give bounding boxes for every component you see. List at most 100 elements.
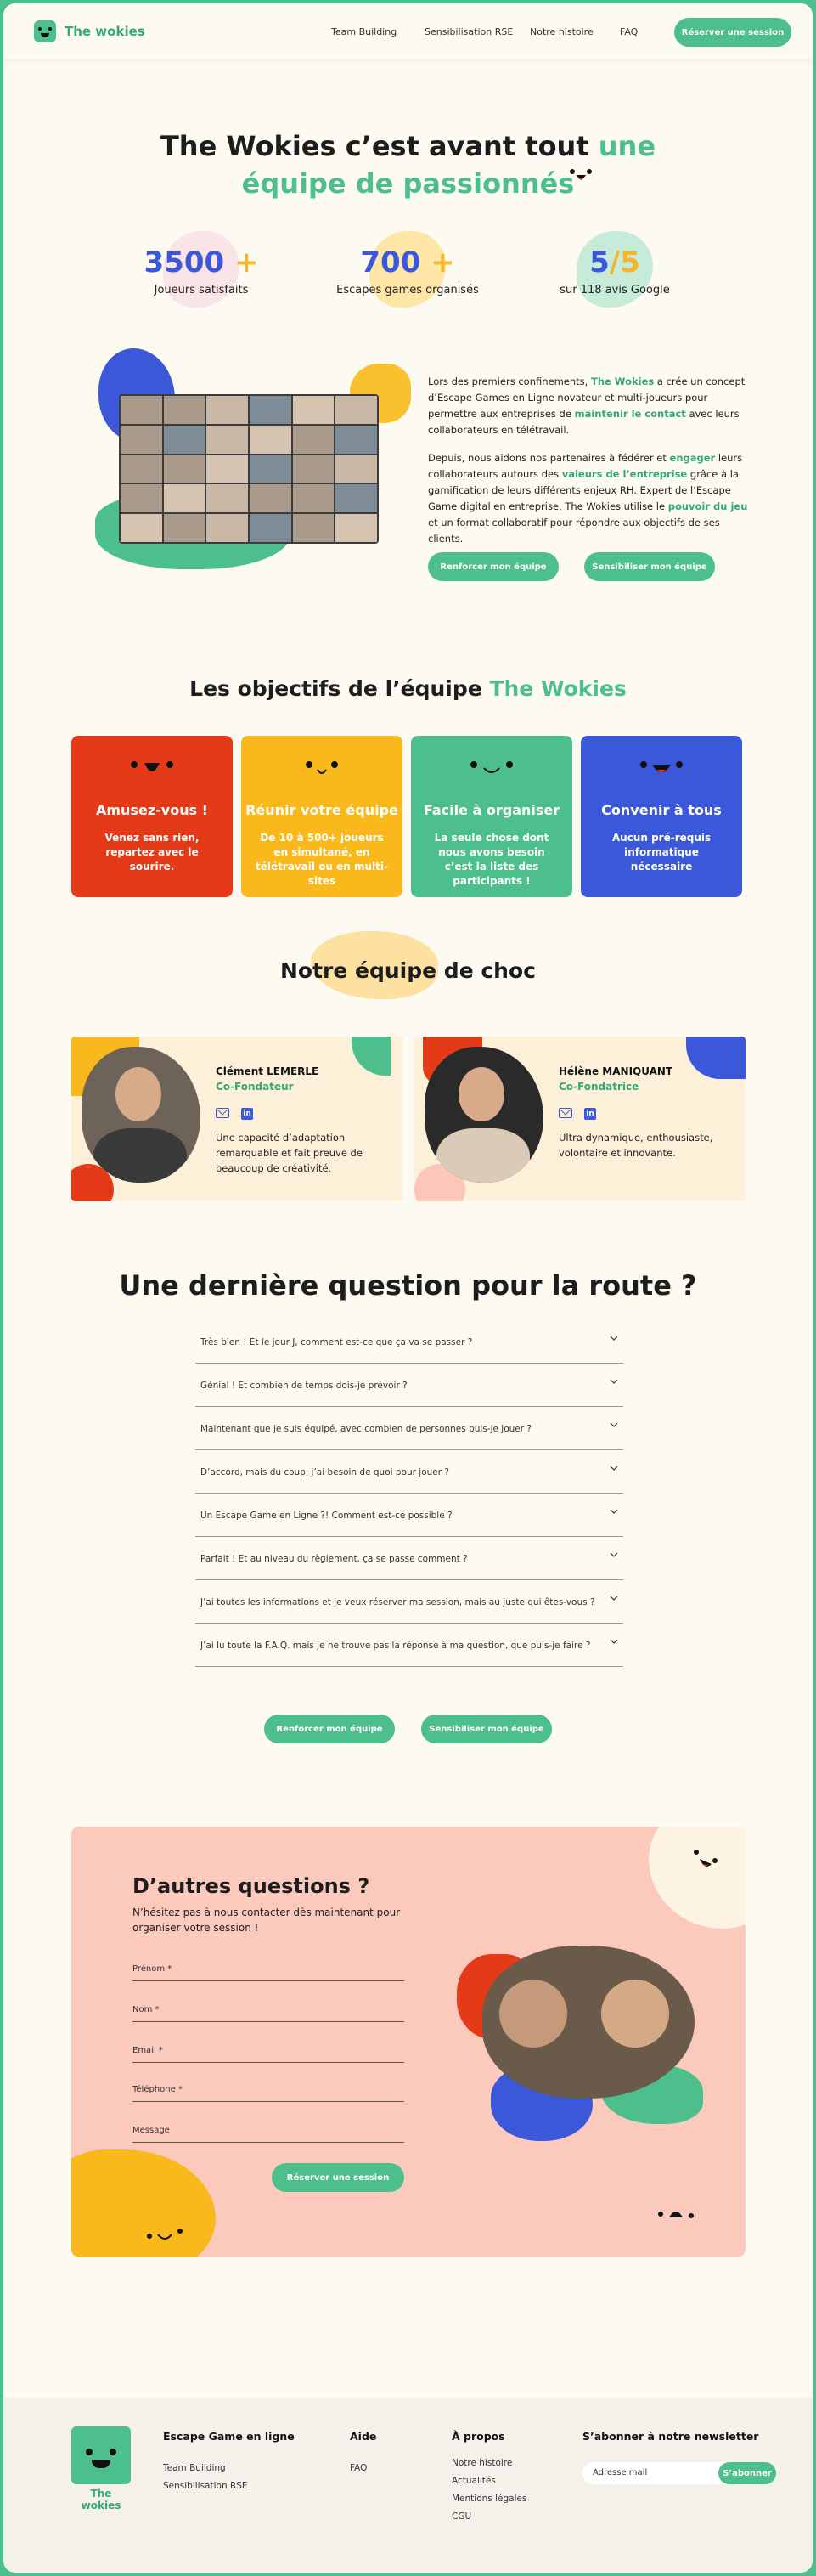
member-role: Co-Fondatrice <box>559 1081 639 1093</box>
first-name-field[interactable]: Prénom * <box>132 1956 404 1981</box>
faq-question: Très bien ! Et le jour J, comment est-ce… <box>200 1337 473 1347</box>
stat-value: 700 <box>360 246 421 280</box>
wokie-face-icon <box>147 2229 183 2240</box>
intro-paragraph-2: Depuis, nous aidons nos partenaires à fé… <box>428 452 748 545</box>
faq-question: Génial ! Et combien de temps dois-je pré… <box>200 1381 408 1391</box>
brand-logo[interactable]: The wokies <box>34 20 145 42</box>
field-label: Message <box>132 2126 170 2135</box>
blob-decoration <box>71 2149 216 2257</box>
card-title: Réunir votre équipe <box>245 802 398 818</box>
page: The wokies Team Building Sensibilisation… <box>3 3 813 2573</box>
footer-link-notre-histoire[interactable]: Notre histoire <box>452 2458 526 2468</box>
nav-faq[interactable]: FAQ <box>620 26 638 37</box>
footer-column-title: Aide <box>350 2430 377 2443</box>
faq-item[interactable]: Un Escape Game en Ligne ?! Comment est-c… <box>195 1494 623 1537</box>
footer-column-newsletter: S’abonner à notre newsletter <box>582 2430 758 2463</box>
nav-sensibilisation-rse[interactable]: Sensibilisation RSE <box>425 26 513 37</box>
team-member-card: Clément LEMERLE Co-Fondateur in Une capa… <box>71 1037 402 1201</box>
faq-question: D’accord, mais du coup, j’ai besoin de q… <box>200 1467 449 1477</box>
chevron-down-icon <box>610 1422 618 1427</box>
blob-decoration <box>352 1037 391 1076</box>
contact-title: D’autres questions ? <box>132 1874 370 1898</box>
faq-item[interactable]: Génial ! Et combien de temps dois-je pré… <box>195 1364 623 1407</box>
email-field[interactable]: Email * <box>132 2037 404 2063</box>
footer-link-cgu[interactable]: CGU <box>452 2511 526 2522</box>
newsletter-subscribe-button[interactable]: S’abonner <box>718 2462 776 2484</box>
footer-link-mentions-legales[interactable]: Mentions légales <box>452 2494 526 2504</box>
nav-notre-histoire[interactable]: Notre histoire <box>530 26 594 37</box>
faq-item[interactable]: Très bien ! Et le jour J, comment est-ce… <box>195 1320 623 1364</box>
chevron-down-icon <box>610 1466 618 1471</box>
objective-card-everyone: Convenir à tous Aucun pré-requis informa… <box>581 736 742 897</box>
stat-label: Joueurs satisfaits <box>154 284 249 297</box>
faq-item[interactable]: J’ai toutes les informations et je veux … <box>195 1580 623 1624</box>
stat-suffix: + <box>234 246 259 280</box>
stat-label: sur 118 avis Google <box>560 284 670 297</box>
card-description: La seule chose dont nous avons besoin c’… <box>434 832 549 887</box>
phone-field[interactable]: Téléphone * <box>132 2076 404 2102</box>
mail-icon[interactable] <box>559 1108 572 1118</box>
intro-paragraph-1: Lors des premiers confinements, The Woki… <box>428 376 746 436</box>
team-member-card: Hélène MANIQUANT Co-Fondatrice in Ultra … <box>414 1037 746 1201</box>
last-name-field[interactable]: Nom * <box>132 1997 404 2022</box>
raise-awareness-button[interactable]: Sensibiliser mon équipe <box>421 1715 552 1743</box>
faq-question: Parfait ! Et au niveau du règlement, ça … <box>200 1554 468 1564</box>
footer-logo[interactable] <box>71 2426 131 2484</box>
footer-column-escape-game: Escape Game en ligne Team Building Sensi… <box>163 2430 295 2499</box>
strengthen-team-button[interactable]: Renforcer mon équipe <box>264 1715 395 1743</box>
card-title: Convenir à tous <box>601 802 722 818</box>
faq-item[interactable]: Parfait ! Et au niveau du règlement, ça … <box>195 1537 623 1580</box>
card-description: Venez sans rien, repartez avec le sourir… <box>104 832 200 873</box>
newsletter-form: Adresse mail S’abonner <box>582 2462 776 2484</box>
faq-item[interactable]: J’ai lu toute la F.A.Q. mais je ne trouv… <box>195 1624 623 1667</box>
contact-subtitle: N’hésitez pas à nous contacter dès maint… <box>132 1907 401 1934</box>
raise-awareness-button[interactable]: Sensibiliser mon équipe <box>584 552 715 581</box>
chevron-down-icon <box>610 1336 618 1341</box>
stat-games: 700 + Escapes games organisés <box>323 231 492 308</box>
stat-value: 5 <box>589 246 610 280</box>
stat-google-rating: 5/5 sur 118 avis Google <box>530 231 700 308</box>
calm-face-icon <box>470 761 513 773</box>
wokies-face-icon <box>34 20 56 42</box>
footer-column-a-propos: À propos Notre histoire Actualités Menti… <box>452 2430 526 2529</box>
field-label: Téléphone * <box>132 2085 183 2094</box>
footer-link-sensibilisation-rse[interactable]: Sensibilisation RSE <box>163 2481 295 2491</box>
wokie-face-icon <box>694 1850 718 1867</box>
footer-link-team-building[interactable]: Team Building <box>163 2463 295 2473</box>
stat-label: Escapes games organisés <box>336 284 479 297</box>
strengthen-team-button[interactable]: Renforcer mon équipe <box>428 552 559 581</box>
objective-card-unite: Réunir votre équipe De 10 à 500+ joueurs… <box>241 736 402 897</box>
linkedin-icon[interactable]: in <box>584 1108 596 1120</box>
footer-link-faq[interactable]: FAQ <box>350 2463 376 2473</box>
footer-column-title: Escape Game en ligne <box>163 2430 295 2443</box>
message-field[interactable]: Message <box>132 2117 404 2143</box>
card-title: Amusez-vous ! <box>96 802 208 818</box>
hero-title-accent-line2: équipe de passionnés <box>241 167 575 200</box>
wokie-face-icon <box>570 169 592 180</box>
faq-item[interactable]: D’accord, mais du coup, j’ai besoin de q… <box>195 1450 623 1494</box>
nav-team-building[interactable]: Team Building <box>331 26 397 37</box>
book-session-button[interactable]: Réserver une session <box>674 18 791 47</box>
member-contact-links: in <box>559 1108 596 1120</box>
chevron-down-icon <box>610 1639 618 1644</box>
hero-title: The Wokies c’est avant tout une équipe d… <box>131 127 685 202</box>
chevron-down-icon <box>610 1509 618 1514</box>
mail-icon[interactable] <box>216 1108 229 1118</box>
video-call-grid <box>119 394 379 544</box>
faq-list: Très bien ! Et le jour J, comment est-ce… <box>195 1320 623 1667</box>
team-photo <box>457 1946 712 2149</box>
field-label: Prénom * <box>132 1964 172 1974</box>
objectives-title: Les objectifs de l’équipe The Wokies <box>189 676 627 701</box>
hero-title-text: The Wokies c’est avant tout <box>160 130 589 162</box>
footer-link-actualites[interactable]: Actualités <box>452 2476 526 2486</box>
faq-item[interactable]: Maintenant que je suis équipé, avec comb… <box>195 1407 623 1450</box>
submit-booking-button[interactable]: Réserver une session <box>272 2163 404 2192</box>
card-description: De 10 à 500+ joueurs en simultané, en té… <box>255 832 389 887</box>
intro-text: Lors des premiers confinements, The Woki… <box>428 374 751 559</box>
stat-suffix: + <box>431 246 455 280</box>
field-label: Email * <box>132 2046 163 2055</box>
blob-decoration <box>686 1037 746 1079</box>
member-photo <box>82 1047 200 1183</box>
newsletter-email-input[interactable]: Adresse mail <box>593 2468 647 2477</box>
linkedin-icon[interactable]: in <box>241 1108 253 1120</box>
